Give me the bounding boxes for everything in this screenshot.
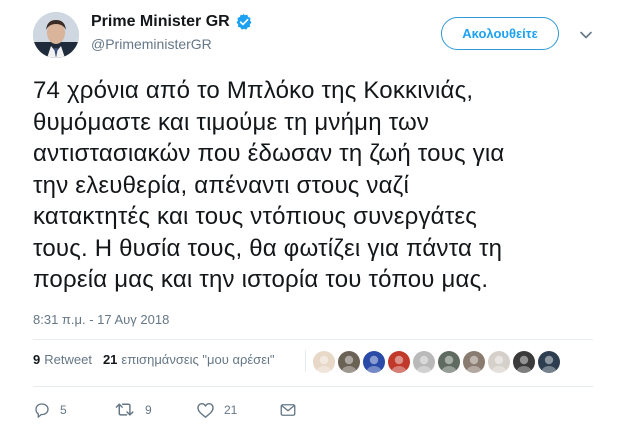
retweet-stat-label: Retweet [44,352,92,367]
tweet-stats: 9 Retweet 21 επισημάνσεις "μου αρέσει" [33,352,275,367]
like-action[interactable]: 21 [196,401,237,419]
like-stat[interactable]: 21 επισημάνσεις "μου αρέσει" [103,352,275,367]
like-stat-label: επισημάνσεις "μου αρέσει" [121,352,275,367]
retweet-icon [115,403,134,416]
stats-separator [305,350,306,372]
reply-action[interactable]: 5 [33,401,67,419]
liker-avatar-9-icon[interactable] [513,351,535,373]
liker-avatar-2-icon[interactable] [338,351,360,373]
envelope-icon [280,404,296,416]
retweet-action[interactable]: 9 [114,401,152,419]
profile-photo-icon [33,12,79,58]
liker-avatar-5-icon[interactable] [413,351,435,373]
heart-icon [197,402,214,418]
liker-avatars [313,351,563,373]
retweet-count: 9 [145,403,152,417]
tweet-actions: 5 9 21 [33,401,333,421]
tweet-text: 74 χρόνια από το Μπλόκο της Κοκκινιάς, θ… [33,77,505,293]
liker-avatar-7-icon[interactable] [463,351,485,373]
author-info: Prime Minister GR @PrimeministerGR [91,13,253,52]
liker-avatar-4-icon[interactable] [388,351,410,373]
author-display-name[interactable]: Prime Minister GR [91,13,230,31]
retweet-stat[interactable]: 9 Retweet [33,352,92,367]
following-button[interactable]: Ακολουθείτε [441,17,559,50]
liker-avatar-8-icon[interactable] [488,351,510,373]
reply-count: 5 [60,403,67,417]
tweet-timestamp[interactable]: 8:31 π.μ. - 17 Αυγ 2018 [33,312,169,327]
liker-avatar-1-icon[interactable] [313,351,335,373]
like-stat-count: 21 [102,352,118,367]
like-count: 21 [224,403,238,417]
divider [33,386,593,387]
reply-icon [35,403,49,418]
direct-message-action[interactable] [279,401,297,419]
verified-badge-icon [236,13,252,30]
author-handle[interactable]: @PrimeministerGR [91,36,253,52]
retweet-stat-count: 9 [33,352,41,367]
liker-avatar-6-icon[interactable] [438,351,460,373]
author-avatar[interactable] [33,12,79,58]
divider [33,339,593,340]
liker-avatar-3-icon[interactable] [363,351,385,373]
liker-avatar-10-icon[interactable] [538,351,560,373]
chevron-down-icon[interactable] [578,27,594,43]
